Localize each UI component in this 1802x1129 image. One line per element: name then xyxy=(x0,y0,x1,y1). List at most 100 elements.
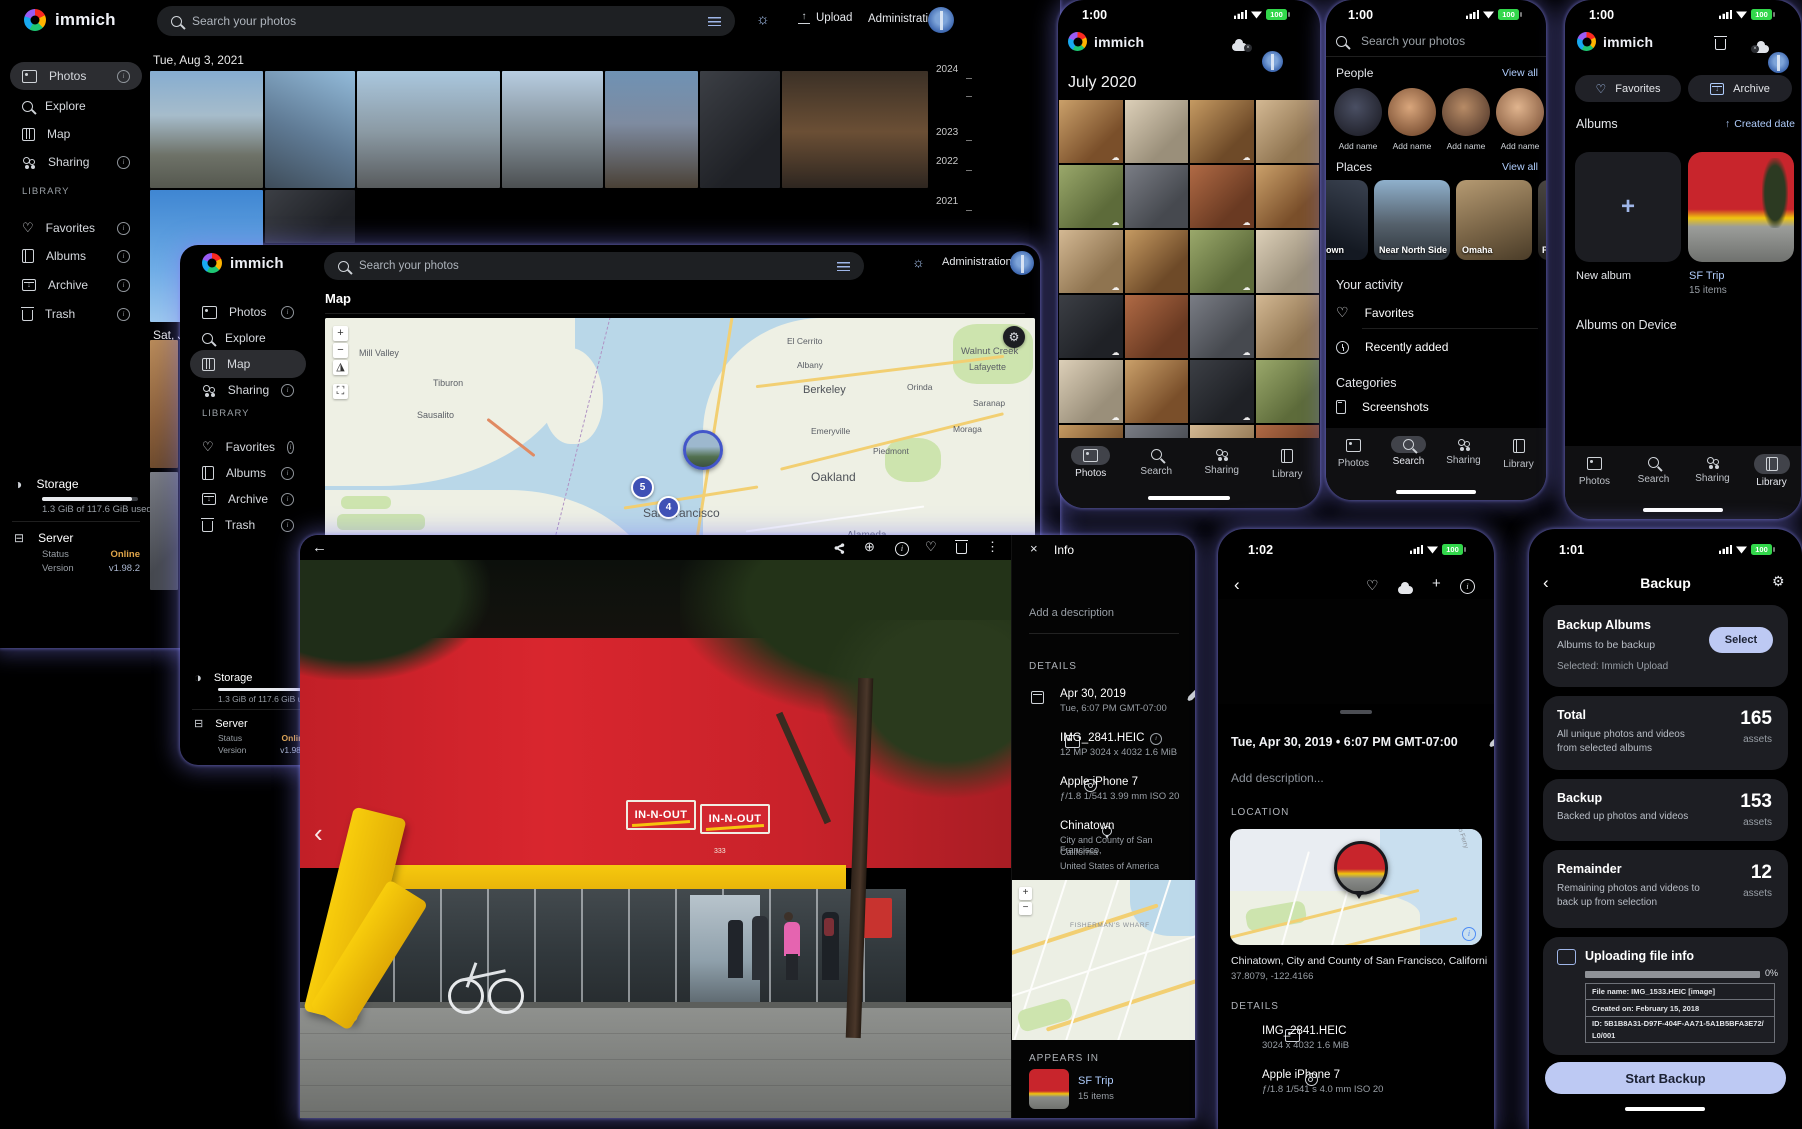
photo-thumbnail[interactable] xyxy=(782,71,928,188)
map-zoom-out-button[interactable]: − xyxy=(333,343,348,358)
info-icon[interactable]: i xyxy=(117,222,130,235)
place-card[interactable]: Omaha xyxy=(1456,180,1532,260)
photo-in-n-out[interactable]: IN-N-OUT IN-N-OUT 333 xyxy=(300,560,1011,1118)
add-name-label[interactable]: Add name xyxy=(1334,141,1382,151)
start-backup-button[interactable]: Start Backup xyxy=(1545,1062,1786,1094)
share-icon[interactable] xyxy=(832,541,846,555)
info-icon[interactable]: i xyxy=(281,493,294,506)
map-zoom-out-button[interactable]: − xyxy=(1019,902,1032,915)
settings-gear-icon[interactable]: ⚙ xyxy=(1772,573,1785,590)
cloud-upload-icon[interactable] xyxy=(1398,586,1413,594)
sidebar-item-favorites[interactable]: ♡ Favorites i xyxy=(10,214,142,242)
photo-thumbnail[interactable] xyxy=(1125,100,1189,163)
map-fullscreen-button[interactable]: ⛶ xyxy=(333,384,348,399)
album-name[interactable]: SF Trip xyxy=(1689,270,1724,282)
map-settings-gear-icon[interactable]: ⚙ xyxy=(1003,326,1025,348)
photo-thumbnail[interactable] xyxy=(1190,230,1254,293)
info-icon[interactable]: i xyxy=(117,70,130,83)
person-avatar[interactable] xyxy=(1334,88,1382,136)
album-thumbnail[interactable] xyxy=(1029,1069,1069,1109)
edit-pencil-icon[interactable] xyxy=(1187,689,1195,701)
immich-logo[interactable]: immich xyxy=(24,9,116,31)
filter-icon[interactable] xyxy=(837,262,850,271)
photo-thumbnail[interactable] xyxy=(1059,295,1123,358)
info-icon[interactable]: i xyxy=(117,156,130,169)
photo-thumbnail[interactable] xyxy=(265,71,355,188)
photo-thumbnail[interactable] xyxy=(150,71,263,188)
album-name[interactable]: SF Trip xyxy=(1078,1075,1113,1087)
photo-thumbnail[interactable] xyxy=(1059,165,1123,228)
favorite-heart-icon[interactable]: ♡ xyxy=(925,539,937,555)
home-indicator[interactable] xyxy=(1396,490,1476,494)
person-avatar[interactable] xyxy=(1388,88,1436,136)
place-card[interactable]: Pi xyxy=(1538,180,1546,260)
immich-logo[interactable]: immich xyxy=(202,253,284,273)
sidebar-item-sharing[interactable]: Sharing i xyxy=(10,148,142,176)
places-view-all[interactable]: View all xyxy=(1502,161,1538,173)
sidebar-item-archive[interactable]: Archive i xyxy=(10,271,142,299)
nav-photos[interactable]: Photos xyxy=(1566,454,1624,519)
photo-thumbnail[interactable] xyxy=(150,472,178,590)
photo-map-marker[interactable] xyxy=(1334,841,1388,895)
sidebar-item-archive[interactable]: Archive i xyxy=(190,485,306,513)
photo-thumbnail[interactable] xyxy=(1190,100,1254,163)
back-chevron-icon[interactable]: ‹ xyxy=(1234,575,1240,595)
favorite-heart-icon[interactable]: ♡ xyxy=(1366,577,1379,594)
sidebar-item-albums[interactable]: Albums i xyxy=(10,242,142,270)
previous-photo-chevron[interactable]: ‹ xyxy=(314,818,323,849)
info-icon[interactable]: i xyxy=(281,384,294,397)
photo-thumbnail[interactable] xyxy=(1125,360,1189,423)
theme-toggle-sun-icon[interactable]: ☼ xyxy=(912,254,925,270)
photo-thumbnail[interactable] xyxy=(502,71,603,188)
favorites-button[interactable]: ♡ Favorites xyxy=(1575,75,1681,102)
more-menu-icon[interactable]: ⋮ xyxy=(986,539,999,555)
select-button[interactable]: Select xyxy=(1709,627,1773,653)
filter-icon[interactable] xyxy=(708,17,721,26)
photo-thumbnail[interactable] xyxy=(1190,295,1254,358)
sidebar-item-explore[interactable]: Explore xyxy=(190,324,306,352)
photo-thumbnail[interactable] xyxy=(1125,230,1189,293)
user-avatar[interactable] xyxy=(1262,51,1283,72)
info-icon[interactable]: i xyxy=(281,306,294,319)
home-indicator[interactable] xyxy=(1625,1107,1705,1111)
sidebar-item-albums[interactable]: Albums i xyxy=(190,459,306,487)
location-map[interactable]: San Francisco Ferry i xyxy=(1230,829,1482,945)
sidebar-item-sharing[interactable]: Sharing i xyxy=(190,376,306,404)
map-zoom-in-button[interactable]: + xyxy=(1019,887,1032,900)
info-icon[interactable]: i xyxy=(117,250,130,263)
photo-thumbnail[interactable] xyxy=(1059,100,1123,163)
photo-thumbnail[interactable] xyxy=(357,71,500,188)
nav-photos[interactable]: Photos xyxy=(1326,436,1381,500)
map-photo-marker[interactable] xyxy=(683,430,723,470)
add-description-field[interactable]: Add a description xyxy=(1029,607,1114,619)
sidebar-item-map[interactable]: Map xyxy=(10,120,142,148)
add-description-field[interactable]: Add description... xyxy=(1231,771,1324,785)
location-minimap[interactable]: FISHERMAN'S WHARF + − xyxy=(1012,880,1195,1040)
info-icon[interactable]: i xyxy=(281,519,294,532)
theme-toggle-sun-icon[interactable]: ☼ xyxy=(756,11,770,28)
sidebar-item-map[interactable]: Map xyxy=(190,350,306,378)
home-indicator[interactable] xyxy=(1643,508,1723,512)
new-album-card[interactable]: + xyxy=(1575,152,1681,262)
photo-thumbnail[interactable] xyxy=(265,190,355,243)
photo-stage-dark[interactable] xyxy=(1218,599,1494,704)
edit-pencil-icon[interactable] xyxy=(1489,735,1494,747)
photo-thumbnail[interactable] xyxy=(1190,165,1254,228)
info-icon[interactable]: i xyxy=(287,441,294,454)
sidebar-item-explore[interactable]: Explore xyxy=(10,92,142,120)
delete-icon[interactable] xyxy=(956,543,967,554)
sidebar-item-trash[interactable]: Trash i xyxy=(10,300,142,328)
back-icon[interactable]: ← xyxy=(312,539,327,556)
info-icon[interactable]: i xyxy=(117,308,130,321)
place-card[interactable]: Chinatown xyxy=(1326,180,1368,260)
screenshots-row[interactable]: Screenshots xyxy=(1336,400,1429,414)
album-card-sf-trip[interactable] xyxy=(1688,152,1794,262)
photo-thumbnail[interactable] xyxy=(1125,295,1189,358)
info-icon[interactable]: i xyxy=(281,467,294,480)
recently-added-row[interactable]: Recently added xyxy=(1336,340,1448,354)
add-name-label[interactable]: Add name xyxy=(1496,141,1544,151)
search-input[interactable]: Search your photos xyxy=(157,6,735,36)
photo-thumbnail[interactable] xyxy=(1256,230,1320,293)
sidebar-item-favorites[interactable]: ♡ Favorites i xyxy=(190,433,306,461)
map-cluster-marker[interactable]: 5 xyxy=(631,476,654,499)
